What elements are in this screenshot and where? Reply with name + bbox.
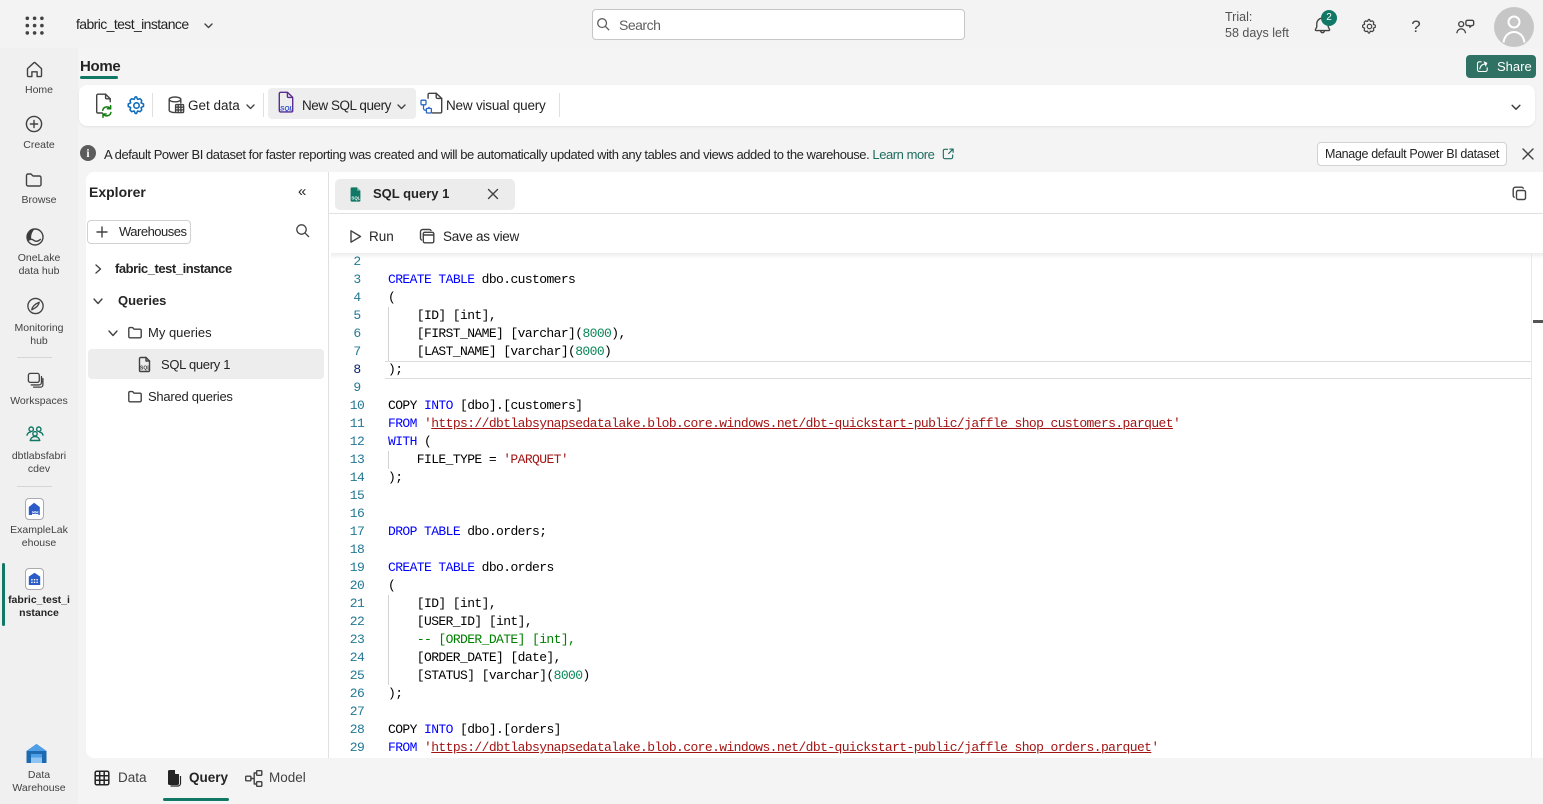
svg-text:SQL: SQL [280, 106, 293, 113]
svg-text:SQL: SQL [351, 195, 360, 200]
svg-text:SQL: SQL [140, 366, 150, 372]
